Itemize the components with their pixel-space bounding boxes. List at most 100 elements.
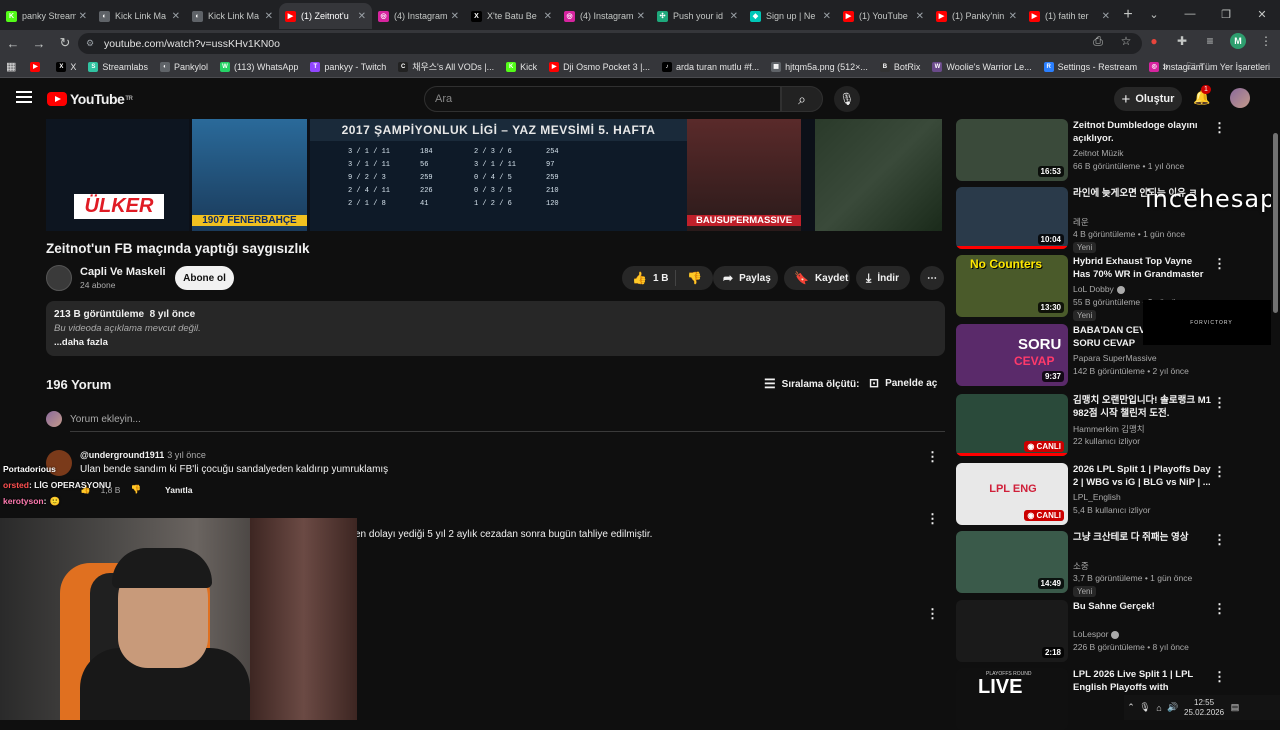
tab-close-icon[interactable]: ✕ [172, 11, 180, 22]
video-thumbnail[interactable]: 16:53 [956, 119, 1068, 181]
related-video-channel[interactable]: Zeitnot Müzik [1073, 148, 1124, 158]
share-button[interactable]: ➦ Paylaş [713, 266, 778, 290]
video-thumbnail[interactable]: 14:49 [956, 531, 1068, 593]
comment-menu-icon[interactable]: ⋮ [926, 512, 939, 525]
video-menu-icon[interactable]: ⋮ [1213, 533, 1226, 546]
comment-author[interactable]: @underground1911 [80, 450, 164, 460]
video-menu-icon[interactable]: ⋮ [1213, 121, 1226, 134]
bookmark-item[interactable]: W Woolie's Warrior Le... [932, 61, 1032, 72]
channel-avatar[interactable] [46, 265, 72, 291]
url-field[interactable]: ⚙ youtube.com/watch?v=ussKHv1KN0o [78, 33, 1142, 54]
bookmark-item[interactable]: ◐ Pankylol [159, 61, 208, 72]
video-menu-icon[interactable]: ⋮ [1213, 670, 1226, 683]
extensions-puzzle-icon[interactable]: ✚ [1168, 34, 1196, 48]
notifications-button[interactable]: 🔔 1 [1193, 85, 1211, 106]
tab-close-icon[interactable]: ✕ [637, 11, 645, 22]
more-actions-button[interactable]: ⋯ [920, 266, 944, 290]
voice-search-button[interactable]: 🎙 [834, 86, 860, 112]
youtube-logo[interactable]: YouTube TR [47, 91, 133, 107]
download-button[interactable]: ⤓ İndir [856, 266, 910, 290]
minimize-button[interactable]: — [1172, 0, 1208, 28]
browser-tab[interactable]: X X'te Batu Be ✕ [465, 3, 558, 29]
extension-red-icon[interactable]: ● [1140, 34, 1168, 48]
bookmark-item[interactable]: B BotRix [879, 61, 920, 72]
related-video-channel[interactable]: 소중 [1073, 560, 1089, 572]
browser-tab[interactable]: ▶ (1) fatih ter ✕ [1023, 3, 1116, 29]
bookmark-item[interactable]: W (113) WhatsApp [219, 61, 298, 72]
comment-menu-icon[interactable]: ⋮ [926, 607, 939, 620]
install-app-icon[interactable]: ⎙ [1084, 34, 1112, 49]
bookmark-star-icon[interactable]: ☆ [1112, 34, 1140, 48]
clock[interactable]: 12:55 25.02.2026 [1184, 698, 1224, 718]
page-scrollbar[interactable] [1271, 119, 1280, 720]
video-player[interactable]: ÜLKER 1907 FENERBAHÇE 2017 ŞAMPİYONLUK L… [46, 119, 942, 231]
chevron-right-icon[interactable]: » [1162, 61, 1168, 73]
account-avatar[interactable] [1230, 88, 1250, 108]
reload-icon[interactable]: ↻ [52, 35, 78, 51]
related-video-channel[interactable]: Papara SuperMassive [1073, 353, 1157, 363]
bookmark-item[interactable]: XX [56, 61, 76, 72]
related-video-title[interactable]: LPL 2026 Live Split 1 | LPL English Play… [1073, 668, 1211, 696]
browser-tab[interactable]: ◐ Kick Link Ma ✕ [186, 3, 279, 29]
video-thumbnail[interactable]: ◉ CANLI [956, 394, 1068, 456]
browser-tab[interactable]: Kpanky Stream ✕ [0, 3, 93, 29]
video-menu-icon[interactable]: ⋮ [1213, 602, 1226, 615]
video-thumbnail[interactable]: PLAYOFFS ROUND LIVE [956, 668, 1068, 730]
bookmark-item[interactable]: K Kick [506, 61, 537, 72]
profile-avatar[interactable]: M [1224, 33, 1252, 49]
search-input[interactable]: Ara [424, 86, 781, 112]
related-video-channel[interactable]: LoL Dobby [1073, 284, 1125, 294]
related-video-channel[interactable]: Hammerkim 김맹치 [1073, 423, 1145, 435]
comment-menu-icon[interactable]: ⋮ [926, 450, 939, 463]
tab-close-icon[interactable]: ✕ [358, 11, 366, 22]
chrome-menu-icon[interactable]: ⋮ [1252, 34, 1280, 48]
tab-close-icon[interactable]: ✕ [916, 11, 924, 22]
related-video-title[interactable]: Hybrid Exhaust Top Vayne Has 70% WR in G… [1073, 255, 1211, 281]
tab-search-icon[interactable]: ⌄ [1136, 0, 1172, 28]
browser-tab[interactable]: ▶ (1) Zeitnot'u ✕ [279, 3, 372, 29]
tab-close-icon[interactable]: ✕ [1009, 11, 1017, 22]
close-window-button[interactable]: ✕ [1244, 0, 1280, 28]
tab-close-icon[interactable]: ✕ [451, 11, 459, 22]
reply-button[interactable]: Yanıtla [165, 485, 192, 495]
browser-tab[interactable]: ◎ (4) Instagram ✕ [558, 3, 651, 29]
like-button[interactable]: 👍 1 B [622, 270, 676, 286]
show-more-link[interactable]: ...daha fazla [54, 337, 937, 348]
browser-tab[interactable]: ◆ Sign up | Ne ✕ [744, 3, 837, 29]
add-comment-field[interactable]: Yorum ekleyin... [46, 411, 945, 432]
related-video-channel[interactable]: 레운 [1073, 216, 1089, 228]
description-box[interactable]: 213 B görüntüleme 8 yıl önce Bu videoda … [46, 301, 945, 356]
video-thumbnail[interactable]: 2:18 [956, 600, 1068, 662]
bookmark-item[interactable]: ♪ arda turan mutlu #f... [662, 61, 759, 72]
hamburger-menu-icon[interactable] [16, 91, 32, 103]
browser-tab[interactable]: ◐ Kick Link Ma ✕ [93, 3, 186, 29]
chevron-up-icon[interactable]: ⌃ [1124, 702, 1138, 713]
bookmark-item[interactable]: Tpankyy - Twitch [310, 61, 386, 72]
browser-tab[interactable]: ▶ (1) Panky'nin ✕ [930, 3, 1023, 29]
channel-name[interactable]: Capli Ve Maskeli [80, 266, 166, 278]
video-thumbnail[interactable]: LPL ENG ◉ CANLI [956, 463, 1068, 525]
search-button[interactable]: ⌕ [781, 86, 823, 112]
scrollbar-thumb[interactable] [1273, 133, 1278, 313]
volume-icon[interactable]: 🔊 [1166, 702, 1180, 713]
related-video-channel[interactable]: LoLespor [1073, 629, 1120, 639]
video-menu-icon[interactable]: ⋮ [1213, 257, 1226, 270]
back-icon[interactable]: ← [0, 36, 26, 51]
browser-tab[interactable]: ✣ Push your id ✕ [651, 3, 744, 29]
video-menu-icon[interactable]: ⋮ [1213, 465, 1226, 478]
bookmark-item[interactable]: C 채우스's All VODs |... [398, 60, 494, 73]
video-thumbnail[interactable]: SORU CEVAP 9:37 [956, 324, 1068, 386]
comment-dislike-icon[interactable]: 👎 [130, 484, 141, 495]
related-video-channel[interactable]: LPL_English [1073, 492, 1121, 502]
browser-tab[interactable]: ◎ (4) Instagram ✕ [372, 3, 465, 29]
related-video-title[interactable]: Zeitnot Dumbledoge olayını açıklıyor. [1073, 119, 1211, 145]
sort-comments-button[interactable]: ☰ Sıralama ölçütü: [764, 376, 859, 392]
dislike-button[interactable]: 👎 [676, 271, 713, 285]
tab-close-icon[interactable]: ✕ [730, 11, 738, 22]
apps-grid-icon[interactable]: ▦ [6, 60, 16, 73]
restore-button[interactable]: ❐ [1208, 0, 1244, 28]
bookmark-item[interactable]: ▦ hjtqm5a.png (512×... [771, 61, 868, 72]
tab-close-icon[interactable]: ✕ [265, 11, 273, 22]
open-panel-button[interactable]: ⊡ Panelde aç [869, 376, 937, 390]
media-control-icon[interactable]: ≡ [1196, 34, 1224, 48]
